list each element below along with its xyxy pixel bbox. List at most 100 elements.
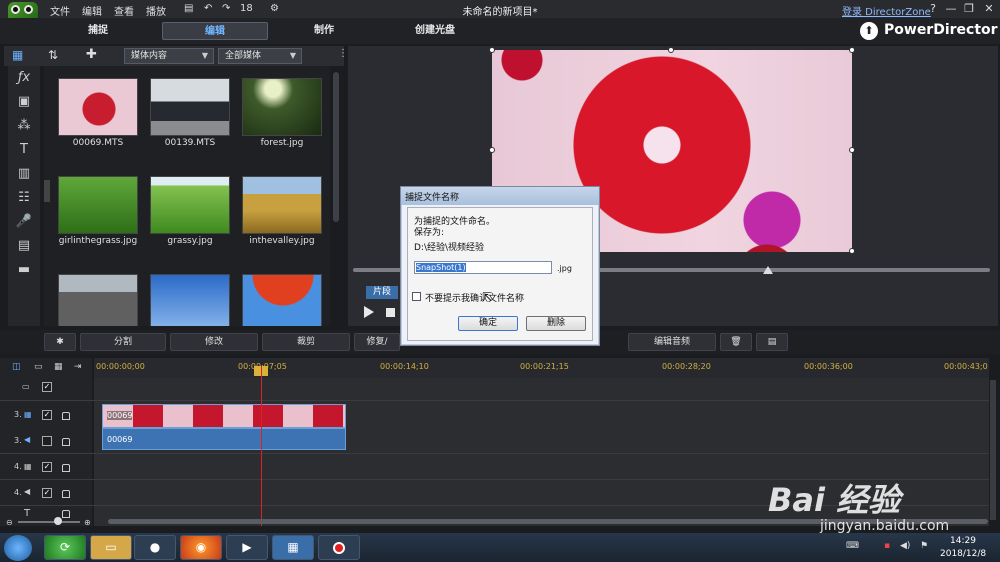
chapter-icon[interactable]: ▤	[15, 238, 33, 254]
tab-produce[interactable]: 制作	[296, 22, 352, 40]
zoom-slider-knob[interactable]	[54, 517, 62, 525]
content-type-dropdown[interactable]: 媒体内容 ▼	[124, 48, 214, 64]
lock-icon[interactable]	[62, 412, 70, 420]
zoom-in-icon[interactable]: ⊕	[84, 518, 91, 527]
lock-icon[interactable]	[62, 438, 70, 446]
redo-icon[interactable]: ↷	[222, 3, 230, 14]
lock-icon[interactable]	[62, 490, 70, 498]
zoom-out-icon[interactable]: ⊖	[6, 518, 13, 527]
settings-icon[interactable]: ⚙	[270, 3, 279, 14]
track-enable-checkbox[interactable]	[42, 436, 52, 446]
import-icon[interactable]: ⇅	[48, 48, 58, 62]
tab-edit[interactable]: 编辑	[162, 22, 268, 40]
more-functions-icon[interactable]: ▤	[756, 333, 788, 351]
particle-icon[interactable]: ⁂	[15, 118, 33, 134]
modify-button[interactable]: 修改	[170, 333, 258, 351]
browser-360-icon[interactable]: ⟳	[44, 535, 86, 560]
timeline-ruler[interactable]: 00:00:00;00 00:00:07;05 00:00:14;10 00:0…	[94, 358, 989, 378]
tray-flag-icon[interactable]: ⚑	[920, 541, 928, 551]
maximize-button[interactable]: ❐	[962, 2, 976, 15]
zoom-slider[interactable]	[18, 521, 80, 523]
filename-input[interactable]: SnapShot(1)	[414, 261, 552, 274]
powerdirector-task-icon[interactable]: ▦	[272, 535, 314, 560]
media-filter-dropdown[interactable]: 全部媒体 ▼	[218, 48, 302, 64]
firefox-icon[interactable]: ◉	[180, 535, 222, 560]
library-collapse-handle[interactable]	[44, 180, 50, 202]
more-icon[interactable]: ⋮	[338, 48, 348, 59]
pip-icon[interactable]: ▣	[15, 94, 33, 110]
minimize-button[interactable]: —	[944, 2, 958, 15]
tab-create-disc[interactable]: 创建光盘	[400, 22, 470, 40]
audio-mixing-icon[interactable]: ☷	[15, 190, 33, 206]
ok-button[interactable]: 确定	[458, 316, 518, 331]
tray-keyboard-icon[interactable]: ⌨	[846, 541, 859, 551]
tab-capture[interactable]: 捕捉	[70, 22, 126, 40]
resize-handle[interactable]	[849, 47, 855, 53]
track-enable-checkbox[interactable]: ✓	[42, 410, 52, 420]
media-thumbnail[interactable]	[242, 274, 322, 326]
undo-icon[interactable]: ↶	[204, 3, 212, 14]
media-thumbnail[interactable]	[150, 176, 230, 234]
title-icon[interactable]: T	[15, 142, 33, 158]
tray-volume-icon[interactable]: ◀)	[900, 541, 910, 551]
subtitle-icon[interactable]: ▬	[15, 262, 33, 278]
media-thumbnail[interactable]	[58, 176, 138, 234]
delete-icon[interactable]: 🗑	[720, 333, 752, 351]
media-room-icon[interactable]: ▦	[12, 48, 23, 62]
clip-mode-tab[interactable]: 片段	[366, 286, 398, 299]
fit-icon[interactable]: ⇥	[74, 362, 82, 372]
playhead[interactable]	[261, 366, 262, 526]
magic-tools-icon[interactable]: ✱	[44, 333, 76, 351]
media-thumbnail[interactable]	[150, 274, 230, 326]
help-button[interactable]: ?	[926, 2, 940, 15]
dont-show-label[interactable]: 不要提示我确认文件名称	[425, 291, 524, 304]
repair-button[interactable]: 修复/	[354, 333, 400, 351]
menu-file[interactable]: 文件	[50, 3, 70, 18]
media-thumbnail[interactable]	[242, 78, 322, 136]
media-thumbnail[interactable]	[58, 78, 138, 136]
menu-view[interactable]: 查看	[114, 3, 134, 18]
recorder-icon[interactable]	[318, 535, 360, 560]
cancel-button[interactable]: 删除	[526, 316, 586, 331]
edit-audio-button[interactable]: 编辑音频	[628, 333, 716, 351]
clock-date[interactable]: 2018/12/8	[940, 549, 986, 559]
menu-play[interactable]: 播放	[146, 3, 166, 18]
scrubber-knob[interactable]	[763, 266, 773, 274]
qq-icon[interactable]: ●	[134, 535, 176, 560]
play-icon[interactable]	[364, 306, 374, 318]
library-scrollbar[interactable]	[333, 72, 339, 222]
tray-network-icon[interactable]: ▪	[884, 541, 890, 551]
media-thumbnail[interactable]	[58, 274, 138, 326]
resize-handle[interactable]	[489, 147, 495, 153]
resize-handle[interactable]	[489, 47, 495, 53]
lock-icon[interactable]	[62, 510, 70, 518]
storyboard-icon[interactable]: ▭	[34, 362, 43, 372]
dont-show-checkbox[interactable]	[412, 292, 421, 301]
file-explorer-icon[interactable]: ▭	[90, 535, 132, 560]
track-manager-icon[interactable]: ▦	[54, 362, 63, 372]
media-thumbnail[interactable]	[150, 78, 230, 136]
clock-time[interactable]: 14:29	[950, 536, 976, 546]
track-enable-checkbox[interactable]: ✓	[42, 488, 52, 498]
plugin-icon[interactable]: ✚	[86, 47, 97, 62]
voiceover-icon[interactable]: 🎤	[15, 214, 33, 230]
track-enable-checkbox[interactable]: ✓	[42, 382, 52, 392]
undo-count[interactable]: 18	[240, 3, 253, 14]
fx-icon[interactable]: ƒx	[15, 70, 33, 86]
start-button[interactable]	[4, 535, 32, 561]
transition-icon[interactable]: ▥	[15, 166, 33, 182]
trim-button[interactable]: 裁剪	[262, 333, 350, 351]
media-player-icon[interactable]: ▶	[226, 535, 268, 560]
stop-icon[interactable]	[386, 308, 395, 317]
timeline-mode-icon[interactable]: ◫	[12, 362, 21, 372]
menu-edit[interactable]: 编辑	[82, 3, 102, 18]
timeline-vertical-scrollbar[interactable]	[990, 380, 996, 520]
resize-handle[interactable]	[849, 248, 855, 254]
track-enable-checkbox[interactable]: ✓	[42, 462, 52, 472]
video-clip[interactable]: 00069	[102, 404, 346, 428]
save-icon[interactable]: ▤	[184, 3, 193, 14]
audio-clip[interactable]: 00069	[102, 428, 346, 450]
close-button[interactable]: ✕	[982, 2, 996, 15]
lock-icon[interactable]	[62, 464, 70, 472]
login-directorzone-link[interactable]: 登录 DirectorZone	[842, 3, 931, 18]
